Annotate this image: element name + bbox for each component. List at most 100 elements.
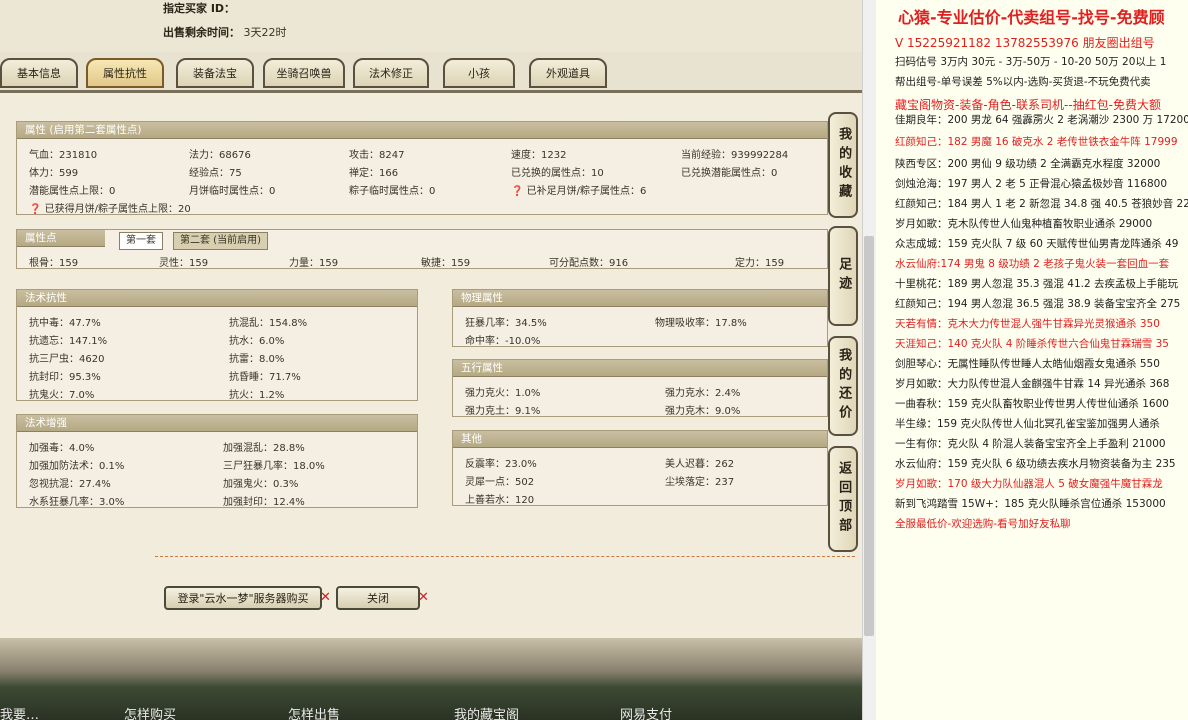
doc-line: 一生有你：克火队 4 阶混人装备宝宝齐全上手盈利 21000 [895,438,1166,450]
stat-stamina: 体力：599 [29,168,79,179]
boost-seal: 加强封印：12.4% [223,497,305,508]
sale-info: 指定买家 ID： 出售剩余时间： 3天22时 [0,0,862,52]
content-area: 属性 (启用第二套属性点) 气血：231810 法力：68676 攻击：8247… [0,90,862,641]
doc-line: 岁月如歌：170 级大力队仙器混人 5 破女魔强牛魔甘霖龙 [895,478,1163,490]
phys-absorb: 物理吸收率：17.8% [655,318,747,329]
doc-line: 红颜知己：194 男人忽混 36.5 强混 38.9 装备宝宝齐全 275 [895,298,1181,310]
tab-mounts[interactable]: 坐骑召唤兽 [263,58,345,88]
attribute-panel-title: 属性 (启用第二套属性点) [17,122,827,139]
resist-sleep: 抗昏睡：71.7% [229,372,301,383]
stat-attack: 攻击：8247 [349,150,405,161]
footer-link-how-sell[interactable]: 怎样出售 [288,704,340,720]
point-spirit: 灵性：159 [159,258,209,269]
physical-panel: 物理属性 狂暴几率：34.5% 物理吸收率：17.8% 命中率：-10.0% [452,289,828,347]
point-available: 可分配点数：916 [549,258,629,269]
tab-appearance[interactable]: 外观道具 [529,58,607,88]
stat-exp-points: 经验点：75 [189,168,242,179]
remaining-time-label: 出售剩余时间： [163,26,240,39]
points-tab-first[interactable]: 第一套 [119,232,163,250]
stat-obtained-cap: ❓ 已获得月饼/粽子属性点上限：20 [29,200,191,215]
doc-line: 全服最低价-欢迎选购-看号加好友私聊 [895,518,1071,530]
scrollbar-thumb[interactable] [864,236,874,636]
stat-exchanged-points: 已兑换的属性点：10 [511,168,604,179]
boost-sanshi-crit: 三尸狂暴几率：18.0% [223,461,325,472]
resist-ghostfire: 抗鬼火：7.0% [29,390,95,401]
stat-mooncake-temp: 月饼临时属性点：0 [189,186,276,197]
resist-poison: 抗中毒：47.7% [29,318,101,329]
physical-panel-title: 物理属性 [453,290,827,307]
doc-line: 岁月如歌：克木队传世人仙鬼种植畜牧职业通杀 29000 [895,218,1153,230]
stat-hp: 气血：231810 [29,150,98,161]
footer-link-pay[interactable]: 网易支付 [620,704,672,720]
back-to-top-button[interactable]: 返回顶部 [828,446,858,552]
tab-basic-info[interactable]: 基本信息 [0,58,78,88]
doc-line: V 15225921182 13782553976 朋友圈出组号 [895,36,1155,50]
my-favorites-button[interactable]: 我的收藏 [828,112,858,218]
doc-line: 剑胆琴心：无属性睡队传世睡人太皓仙烟霞女鬼通杀 550 [895,358,1160,370]
point-endurance: 定力：159 [735,258,785,269]
wuxing-water: 强力克水：2.4% [665,388,741,399]
doc-line: 佳期良年：200 男龙 64 强霹雳火 2 老涡潮沙 2300 万 17200 [895,114,1188,126]
resist-water: 抗水：6.0% [229,336,285,347]
stat-zongzi-temp: 粽子临时属性点：0 [349,186,436,197]
buyer-id-row: 指定买家 ID： [163,0,235,16]
footer-link-my-cbg[interactable]: 我的藏宝阁 [454,704,519,720]
tab-equipment[interactable]: 装备法宝 [176,58,254,88]
resist-thunder: 抗雷：8.0% [229,354,285,365]
points-panel: 属性点 第一套 第二套 (当前启用) 根骨：159 灵性：159 力量：159 … [16,229,828,269]
boost-ghostfire: 加强鬼火：0.3% [223,479,299,490]
footer-link[interactable]: 我要… [0,704,39,720]
my-bargains-button[interactable]: 我的还价 [828,336,858,436]
resist-forget: 抗遗忘：147.1% [29,336,108,347]
side-button-label: 我的还价 [836,348,852,424]
other-water: 上善若水：120 [465,495,535,506]
boost-panel: 法术增强 加强毒：4.0% 加强混乱：28.8% 加强加防法术：0.1% 三尸狂… [16,414,418,508]
buyer-id-label: 指定买家 ID： [163,2,236,15]
side-button-label: 我的收藏 [836,127,852,203]
doc-line: 陕西专区：200 男仙 9 级功绩 2 全满霸克水程度 32000 [895,158,1161,170]
wuxing-earth: 强力克土：9.1% [465,406,541,417]
buy-button[interactable]: 登录"云水一梦"服务器购买 [164,586,322,610]
wuxing-fire: 强力克火：1.0% [465,388,541,399]
phys-crit: 狂暴几率：34.5% [465,318,547,329]
close-x-icon: ✕ [320,590,331,605]
game-window: 指定买家 ID： 出售剩余时间： 3天22时 基本信息 属性抗性 装备法宝 坐骑… [0,0,862,720]
doc-line: 十里桃花：189 男人忽混 35.3 强混 41.2 去疾孟极上手能玩 [895,278,1178,290]
stat-potential-cap: 潜能属性点上限：0 [29,186,116,197]
other-panel-title: 其他 [453,431,827,448]
info-icon[interactable]: ❓ [29,204,41,215]
point-strength: 力量：159 [289,258,339,269]
side-document: 心猿-专业估价-代卖组号-找号-免费顾 V 15225921182 1378255… [876,0,1188,720]
boost-chaos: 加强混乱：28.8% [223,443,305,454]
info-icon[interactable]: ❓ [511,186,523,197]
boost-panel-title: 法术增强 [17,415,417,432]
stat-exchanged-potential: 已兑换潜能属性点：0 [681,168,778,179]
resist-panel: 法术抗性 抗中毒：47.7% 抗混乱：154.8% 抗遗忘：147.1% 抗水：… [16,289,418,401]
tab-children[interactable]: 小孩 [443,58,515,88]
doc-line: 剑烛沧海：197 男人 2 老 5 正骨混心猿孟极妙音 116800 [895,178,1168,190]
doc-line: 心猿-专业估价-代卖组号-找号-免费顾 [898,8,1165,27]
point-constitution: 根骨：159 [29,258,79,269]
wuxing-panel: 五行属性 强力克火：1.0% 强力克水：2.4% 强力克土：9.1% 强力克木：… [452,359,828,417]
doc-line: 水云仙府:174 男鬼 8 级功绩 2 老孩子鬼火装一套回血一套 [895,258,1170,270]
resist-chaos: 抗混乱：154.8% [229,318,308,329]
divider [155,556,855,557]
boost-ignore-chaos: 忽视抗混：27.4% [29,479,111,490]
footer-link-how-buy[interactable]: 怎样购买 [124,704,176,720]
resist-fire: 抗火：1.2% [229,390,285,401]
doc-line: 岁月如歌：大力队传世混人金麒强牛甘霖 14 异光通杀 368 [895,378,1170,390]
footprint-button[interactable]: 足迹 [828,226,858,326]
close-button[interactable]: 关闭 [336,586,420,610]
resist-sanshi: 抗三尸虫：4620 [29,354,105,365]
tab-spells[interactable]: 法术修正 [353,58,429,88]
doc-line: 红颜知己：184 男人 1 老 2 新忽混 34.8 强 40.5 苍狼妙音 2… [895,198,1188,210]
doc-line: 水云仙府：159 克火队 6 级功绩去疾水月物资装备为主 235 [895,458,1176,470]
doc-line: 扫码估号 3万内 30元 - 3万-50万 - 10-20 50万 20以上 1 [895,56,1167,68]
tab-attributes[interactable]: 属性抗性 [86,58,164,88]
stat-speed: 速度：1232 [511,150,567,161]
points-tab-second[interactable]: 第二套 (当前启用) [173,232,268,250]
boost-water-crit: 水系狂暴几率：3.0% [29,497,125,508]
stat-obtained-cap-text: 已获得月饼/粽子属性点上限：20 [44,204,191,215]
doc-line: 新到飞鸿踏雪 15W+：185 克火队睡杀宫位通杀 153000 [895,498,1166,510]
other-panel: 其他 反震率：23.0% 美人迟暮：262 灵犀一点：502 尘埃落定：237 … [452,430,828,506]
